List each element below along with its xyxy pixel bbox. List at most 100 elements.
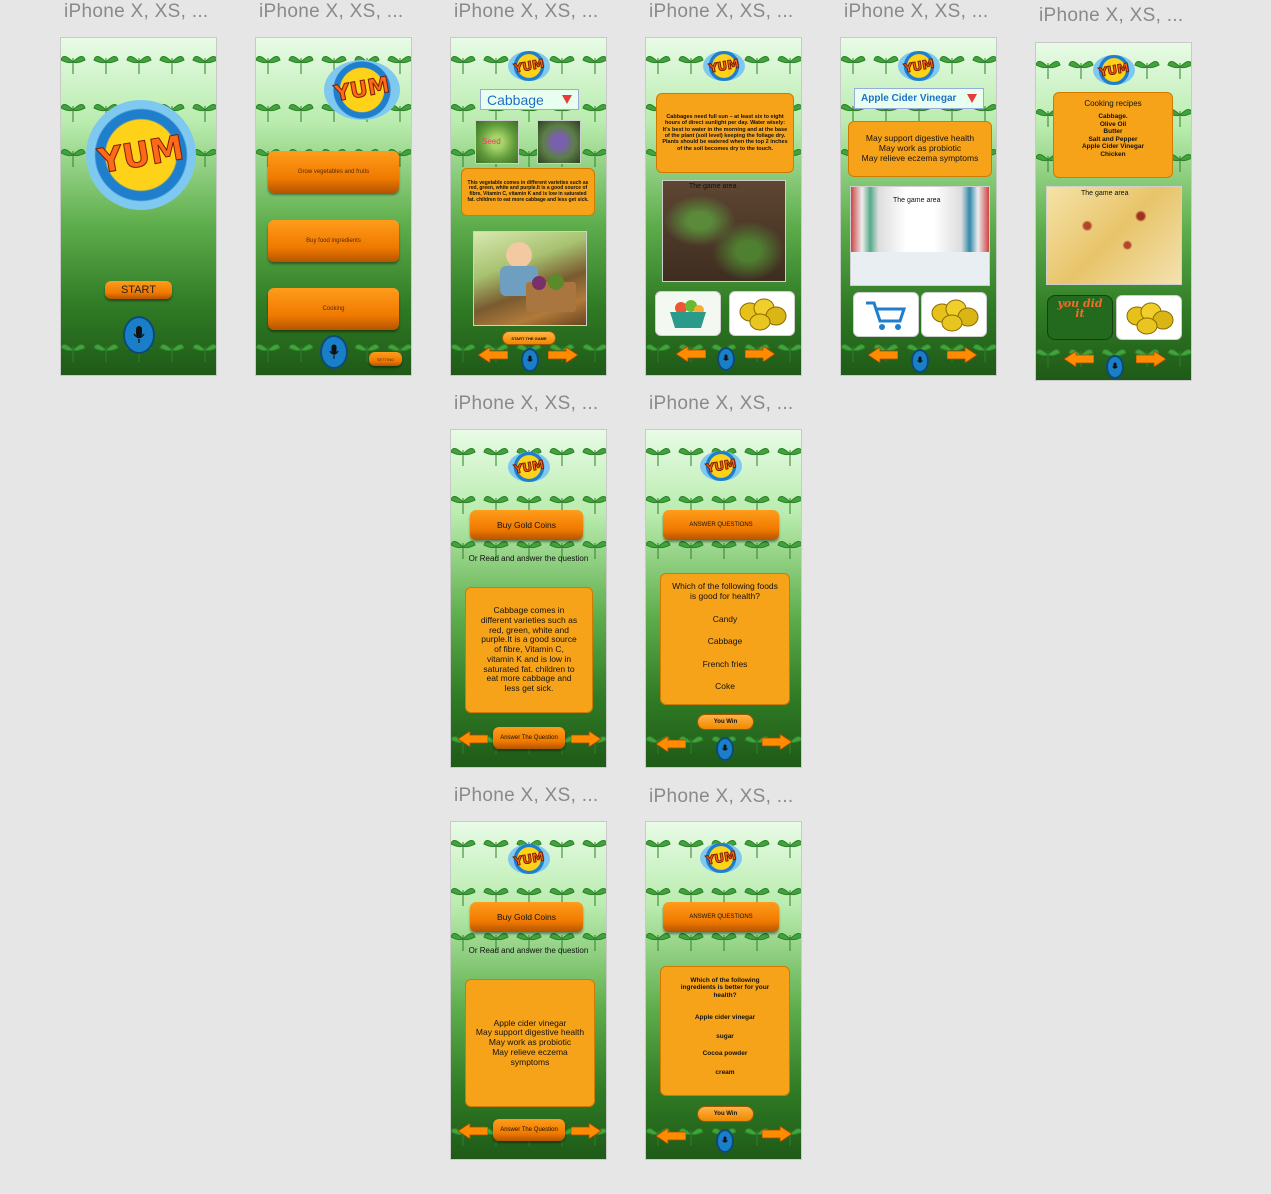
you-win-button[interactable]: You Win xyxy=(697,714,754,730)
info-box: Cabbages need full sun – at least six to… xyxy=(656,93,794,173)
sprout-icon xyxy=(126,56,152,74)
sprout-icon xyxy=(256,344,281,362)
game-area[interactable]: The game area xyxy=(662,180,786,282)
yum-logo: YUM xyxy=(508,844,550,874)
seed-image[interactable]: Seed xyxy=(475,120,519,164)
back-arrow-icon[interactable] xyxy=(478,347,508,363)
supermarket-game-area[interactable]: The game area xyxy=(850,186,990,286)
microphone-icon[interactable] xyxy=(1106,355,1124,379)
sprout-icon xyxy=(777,344,801,362)
question-box: Which of the following foods is good for… xyxy=(660,573,790,705)
frame-label: iPhone X, XS, ... xyxy=(649,393,794,414)
setting-button[interactable]: SETTING xyxy=(369,352,402,366)
gold-coins-button[interactable] xyxy=(729,291,795,336)
screen-buy-ingredients: YUM Apple Cider Vinegar May support dige… xyxy=(840,37,997,376)
microphone-icon[interactable] xyxy=(123,316,155,354)
answer-option[interactable]: Candy xyxy=(661,614,789,625)
sprout-icon xyxy=(159,344,185,362)
answer-option[interactable]: Cocoa powder xyxy=(661,1050,789,1057)
sprout-icon xyxy=(451,56,476,74)
answer-question-button[interactable]: Answer The Question xyxy=(493,727,565,749)
buy-gold-coins-button[interactable]: Buy Gold Coins xyxy=(470,902,583,932)
shopping-cart-button[interactable] xyxy=(853,292,919,337)
or-read-text: Or Read and answer the question xyxy=(468,554,589,563)
sprout-icon xyxy=(646,344,671,362)
answer-option[interactable]: sugar xyxy=(661,1033,789,1040)
you-win-button[interactable]: You Win xyxy=(697,1106,754,1122)
forward-arrow-icon[interactable] xyxy=(548,347,578,363)
microphone-icon[interactable] xyxy=(717,347,735,371)
cabbage-image[interactable] xyxy=(537,120,581,164)
gold-coins-icon xyxy=(739,298,787,331)
vegetable-dropdown[interactable]: Cabbage xyxy=(480,89,579,110)
sprout-icon xyxy=(582,344,606,362)
sprout-icon xyxy=(61,344,86,362)
microphone-icon[interactable] xyxy=(911,349,929,373)
shopping-cart-icon xyxy=(866,301,907,330)
forward-arrow-icon[interactable] xyxy=(1136,351,1166,367)
forward-arrow-icon[interactable] xyxy=(762,734,792,750)
sprout-icon xyxy=(192,104,216,122)
sprout-icon xyxy=(483,56,509,74)
microphone-icon[interactable] xyxy=(716,737,734,761)
microphone-icon[interactable] xyxy=(716,1129,734,1153)
back-arrow-icon[interactable] xyxy=(656,1128,686,1144)
gold-coins-icon xyxy=(931,299,979,332)
gold-coins-button[interactable] xyxy=(921,292,987,337)
or-read-text: Or Read and answer the question xyxy=(468,946,589,955)
cooking-button[interactable]: Cooking xyxy=(268,288,399,330)
buy-ingredients-button[interactable]: Buy food ingredients xyxy=(268,220,399,262)
back-arrow-icon[interactable] xyxy=(868,347,898,363)
sprout-icon xyxy=(451,104,476,122)
frame-label: iPhone X, XS, ... xyxy=(1039,5,1184,26)
sprout-icon xyxy=(483,448,509,466)
back-arrow-icon[interactable] xyxy=(1064,351,1094,367)
answer-question-button[interactable]: Answer The Question xyxy=(493,1119,565,1141)
grow-vegetables-button[interactable]: Grow vegetables and fruits xyxy=(268,151,399,193)
forward-arrow-icon[interactable] xyxy=(762,1126,792,1142)
answer-option[interactable]: French fries xyxy=(661,659,789,670)
sprout-icon xyxy=(1134,61,1160,79)
sprout-icon xyxy=(483,840,509,858)
forward-arrow-icon[interactable] xyxy=(571,731,601,747)
start-button[interactable]: START xyxy=(105,281,172,299)
gold-coins-button[interactable] xyxy=(1116,295,1182,340)
start-the-game-button[interactable]: START THE GAME xyxy=(502,331,556,345)
sprout-icon xyxy=(256,56,281,74)
answer-option[interactable]: cream xyxy=(661,1069,789,1076)
sprout-icon xyxy=(873,56,899,74)
sprout-icon xyxy=(256,104,281,122)
back-arrow-icon[interactable] xyxy=(458,731,488,747)
sprout-icon xyxy=(451,344,476,362)
microphone-icon[interactable] xyxy=(320,335,348,369)
sprout-icon xyxy=(711,541,737,559)
answer-option[interactable]: Coke xyxy=(661,681,789,692)
frame-label: iPhone X, XS, ... xyxy=(454,393,599,414)
sprout-icon xyxy=(678,56,704,74)
sprout-icon xyxy=(93,344,119,362)
ingredient-dropdown[interactable]: Apple Cider Vinegar xyxy=(854,88,984,109)
dish-game-area[interactable]: The game area xyxy=(1046,186,1182,285)
you-did-it-badge: you did it xyxy=(1047,295,1113,340)
basket-button[interactable] xyxy=(655,291,721,336)
sprout-icon xyxy=(192,344,216,362)
sprout-icon xyxy=(1036,61,1061,79)
sprout-icon xyxy=(582,56,606,74)
back-arrow-icon[interactable] xyxy=(458,1123,488,1139)
forward-arrow-icon[interactable] xyxy=(745,346,775,362)
forward-arrow-icon[interactable] xyxy=(571,1123,601,1139)
sprout-icon xyxy=(451,149,476,167)
sprout-icon xyxy=(646,448,671,466)
forward-arrow-icon[interactable] xyxy=(947,347,977,363)
sprout-icon xyxy=(841,344,866,362)
back-arrow-icon[interactable] xyxy=(656,736,686,752)
sprout-icon xyxy=(451,840,476,858)
answer-option[interactable]: Apple cider vinegar xyxy=(661,1014,789,1021)
buy-gold-coins-button[interactable]: Buy Gold Coins xyxy=(470,510,583,540)
microphone-icon[interactable] xyxy=(521,348,539,372)
back-arrow-icon[interactable] xyxy=(676,346,706,362)
sprout-icon xyxy=(61,104,86,122)
sprout-icon xyxy=(582,840,606,858)
screen-cooking: YUM Cooking recipes Cabbage. Olive Oil But… xyxy=(1035,42,1192,381)
answer-option[interactable]: Cabbage xyxy=(661,636,789,647)
